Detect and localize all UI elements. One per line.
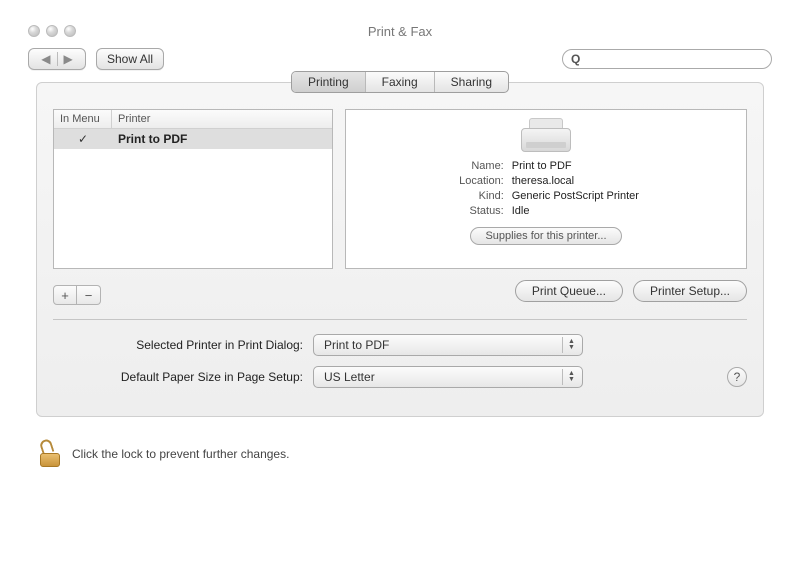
tab-bar: Printing Faxing Sharing [53,71,747,93]
chevron-up-down-icon: ▲▼ [562,369,580,385]
printer-list[interactable]: In Menu Printer ✓ Print to PDF [53,109,333,269]
main-panel: Printing Faxing Sharing In Menu Printer … [36,82,764,417]
label-name: Name: [364,160,504,172]
selected-printer-label: Selected Printer in Print Dialog: [53,338,313,352]
selected-printer-value: Print to PDF [324,338,389,352]
printer-icon [521,118,571,152]
add-remove-group: + − [53,285,101,305]
paper-size-label: Default Paper Size in Page Setup: [53,370,313,384]
print-queue-button[interactable]: Print Queue... [515,280,623,302]
search-field[interactable]: Q [562,49,772,69]
nav-divider [57,52,58,66]
back-icon: ◀ [41,52,50,66]
remove-printer-button[interactable]: − [77,285,101,305]
column-in-menu[interactable]: In Menu [54,110,112,128]
tab-sharing[interactable]: Sharing [435,72,508,92]
printer-list-header: In Menu Printer [54,110,332,129]
nav-back-forward[interactable]: ◀ ▶ [28,48,86,70]
preferences-window: Print & Fax ◀ ▶ Show All Q Printing Faxi… [20,20,780,473]
value-name: Print to PDF [512,160,734,172]
label-location: Location: [364,175,504,187]
label-kind: Kind: [364,190,504,202]
tab-printing[interactable]: Printing [292,72,366,92]
lock-row: Click the lock to prevent further change… [20,431,780,473]
search-icon: Q [571,52,580,66]
lock-icon[interactable] [40,441,62,467]
column-printer[interactable]: Printer [112,110,332,128]
label-status: Status: [364,205,504,217]
value-location: theresa.local [512,175,734,187]
value-kind: Generic PostScript Printer [512,190,734,202]
printer-name-cell: Print to PDF [112,129,332,149]
help-button[interactable]: ? [727,367,747,387]
value-status: Idle [512,205,734,217]
supplies-button[interactable]: Supplies for this printer... [470,227,621,245]
forward-icon: ▶ [64,52,73,66]
tab-faxing[interactable]: Faxing [366,72,435,92]
printer-setup-button[interactable]: Printer Setup... [633,280,747,302]
chevron-up-down-icon: ▲▼ [562,337,580,353]
show-all-button[interactable]: Show All [96,48,164,70]
window-title: Print & Fax [20,24,780,39]
titlebar: Print & Fax [20,20,780,42]
zoom-window-button[interactable] [64,25,76,37]
printer-row[interactable]: ✓ Print to PDF [54,129,332,149]
paper-size-dropdown[interactable]: US Letter ▲▼ [313,366,583,388]
lock-text: Click the lock to prevent further change… [72,447,289,461]
paper-size-value: US Letter [324,370,375,384]
in-menu-checkmark[interactable]: ✓ [54,129,112,149]
window-controls [28,25,76,37]
close-window-button[interactable] [28,25,40,37]
selected-printer-dropdown[interactable]: Print to PDF ▲▼ [313,334,583,356]
printer-detail-panel: Name: Print to PDF Location: theresa.loc… [345,109,747,269]
minimize-window-button[interactable] [46,25,58,37]
add-printer-button[interactable]: + [53,285,77,305]
separator [53,319,747,320]
search-input[interactable] [585,51,763,67]
